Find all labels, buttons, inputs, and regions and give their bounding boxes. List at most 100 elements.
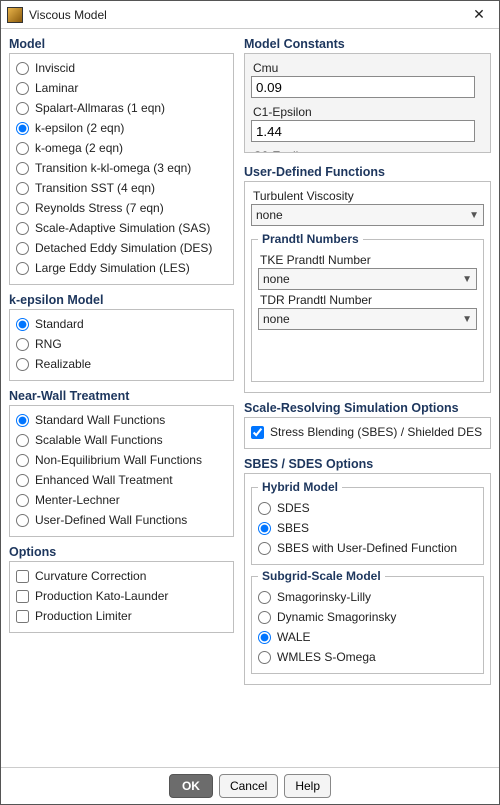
model-option-scale-adaptive-simulation-sas[interactable]: Scale-Adaptive Simulation (SAS) <box>16 218 227 238</box>
hybrid-option-sbes-with-user-defined-function[interactable]: SBES with User-Defined Function <box>258 538 477 558</box>
model-option-large-eddy-simulation-les[interactable]: Large Eddy Simulation (LES) <box>16 258 227 278</box>
model-option-laminar[interactable]: Laminar <box>16 78 227 98</box>
model-option-k-omega-2-eqn[interactable]: k-omega (2 eqn) <box>16 138 227 158</box>
options-label: Curvature Correction <box>35 568 146 584</box>
close-button[interactable]: ✕ <box>465 5 493 25</box>
model-option-spalart-allmaras-1-eqn[interactable]: Spalart-Allmaras (1 eqn) <box>16 98 227 118</box>
near-wall-radio-scalable-wall-functions[interactable] <box>16 434 29 447</box>
sgs-option-wale[interactable]: WALE <box>258 627 477 647</box>
model-label: Laminar <box>35 80 78 96</box>
model-radio-detached-eddy-simulation-des[interactable] <box>16 242 29 255</box>
near-wall-option-non-equilibrium-wall-functions[interactable]: Non-Equilibrium Wall Functions <box>16 450 227 470</box>
model-option-detached-eddy-simulation-des[interactable]: Detached Eddy Simulation (DES) <box>16 238 227 258</box>
model-radio-transition-k-kl-omega-3-eqn[interactable] <box>16 162 29 175</box>
sgs-label: Dynamic Smagorinsky <box>277 609 396 625</box>
turb-visc-label: Turbulent Viscosity <box>253 189 482 203</box>
model-radio-k-omega-2-eqn[interactable] <box>16 142 29 155</box>
cancel-button[interactable]: Cancel <box>219 774 278 798</box>
ke-model-option-realizable[interactable]: Realizable <box>16 354 227 374</box>
near-wall-radio-user-defined-wall-functions[interactable] <box>16 514 29 527</box>
model-radio-laminar[interactable] <box>16 82 29 95</box>
near-wall-option-enhanced-wall-treatment[interactable]: Enhanced Wall Treatment <box>16 470 227 490</box>
sgs-radio-dynamic-smagorinsky[interactable] <box>258 611 271 624</box>
sbes-checkbox[interactable] <box>251 426 264 439</box>
near-wall-option-scalable-wall-functions[interactable]: Scalable Wall Functions <box>16 430 227 450</box>
near-wall-option-standard-wall-functions[interactable]: Standard Wall Functions <box>16 410 227 430</box>
sgs-option-smagorinsky-lilly[interactable]: Smagorinsky-Lilly <box>258 587 477 607</box>
hybrid-option-sbes[interactable]: SBES <box>258 518 477 538</box>
model-label: Detached Eddy Simulation (DES) <box>35 240 212 256</box>
options-checkbox-curvature-correction[interactable] <box>16 570 29 583</box>
options-checkbox-production-limiter[interactable] <box>16 610 29 623</box>
hybrid-heading: Hybrid Model <box>258 480 342 494</box>
sbes-check-row[interactable]: Stress Blending (SBES) / Shielded DES <box>251 422 484 442</box>
near-wall-radio-standard-wall-functions[interactable] <box>16 414 29 427</box>
turb-visc-value: none <box>256 208 283 222</box>
near-wall-radio-enhanced-wall-treatment[interactable] <box>16 474 29 487</box>
hybrid-group: Hybrid Model SDESSBESSBES with User-Defi… <box>251 480 484 565</box>
model-radio-reynolds-stress-7-eqn[interactable] <box>16 202 29 215</box>
footer: OK Cancel Help <box>1 767 499 804</box>
constant-label: C1-Epsilon <box>253 105 482 119</box>
hybrid-radio-sbes[interactable] <box>258 522 271 535</box>
help-button[interactable]: Help <box>284 774 331 798</box>
sgs-radio-smagorinsky-lilly[interactable] <box>258 591 271 604</box>
constants-scroll[interactable]: CmuC1-EpsilonC2-Epsilon <box>244 53 491 153</box>
model-option-transition-sst-4-eqn[interactable]: Transition SST (4 eqn) <box>16 178 227 198</box>
sgs-option-wmles-s-omega[interactable]: WMLES S-Omega <box>258 647 477 667</box>
sgs-radio-wale[interactable] <box>258 631 271 644</box>
ke-model-heading: k-epsilon Model <box>9 293 234 307</box>
ke-model-radio-realizable[interactable] <box>16 358 29 371</box>
model-radio-inviscid[interactable] <box>16 62 29 75</box>
model-option-transition-k-kl-omega-3-eqn[interactable]: Transition k-kl-omega (3 eqn) <box>16 158 227 178</box>
tdr-dropdown[interactable]: none ▼ <box>258 308 477 330</box>
tke-dropdown[interactable]: none ▼ <box>258 268 477 290</box>
sgs-label: Smagorinsky-Lilly <box>277 589 371 605</box>
sgs-option-dynamic-smagorinsky[interactable]: Dynamic Smagorinsky <box>258 607 477 627</box>
ke-model-radio-rng[interactable] <box>16 338 29 351</box>
constant-input-c1-epsilon[interactable] <box>251 120 475 142</box>
options-item-production-limiter[interactable]: Production Limiter <box>16 606 227 626</box>
constant-row-cmu: Cmu <box>251 58 484 98</box>
left-column: Model InviscidLaminarSpalart-Allmaras (1… <box>9 35 234 763</box>
right-column: Model Constants CmuC1-EpsilonC2-Epsilon … <box>244 35 491 763</box>
turb-visc-dropdown[interactable]: none ▼ <box>251 204 484 226</box>
near-wall-radio-non-equilibrium-wall-functions[interactable] <box>16 454 29 467</box>
hybrid-radio-sbes-with-user-defined-function[interactable] <box>258 542 271 555</box>
model-label: Spalart-Allmaras (1 eqn) <box>35 100 165 116</box>
options-checkbox-production-kato-launder[interactable] <box>16 590 29 603</box>
srs-group: Stress Blending (SBES) / Shielded DES <box>244 417 491 449</box>
near-wall-radio-menter-lechner[interactable] <box>16 494 29 507</box>
ke-model-option-rng[interactable]: RNG <box>16 334 227 354</box>
model-radio-spalart-allmaras-1-eqn[interactable] <box>16 102 29 115</box>
close-icon: ✕ <box>473 6 485 23</box>
options-item-curvature-correction[interactable]: Curvature Correction <box>16 566 227 586</box>
model-radio-k-epsilon-2-eqn[interactable] <box>16 122 29 135</box>
near-wall-option-user-defined-wall-functions[interactable]: User-Defined Wall Functions <box>16 510 227 530</box>
model-option-inviscid[interactable]: Inviscid <box>16 58 227 78</box>
sbes-heading: SBES / SDES Options <box>244 457 491 471</box>
prandtl-heading: Prandtl Numbers <box>258 232 363 246</box>
sgs-label: WALE <box>277 629 311 645</box>
constant-input-cmu[interactable] <box>251 76 475 98</box>
hybrid-option-sdes[interactable]: SDES <box>258 498 477 518</box>
ke-model-option-standard[interactable]: Standard <box>16 314 227 334</box>
sgs-radio-wmles-s-omega[interactable] <box>258 651 271 664</box>
near-wall-group: Standard Wall FunctionsScalable Wall Fun… <box>9 405 234 537</box>
model-radio-transition-sst-4-eqn[interactable] <box>16 182 29 195</box>
ok-button[interactable]: OK <box>169 774 213 798</box>
model-radio-large-eddy-simulation-les[interactable] <box>16 262 29 275</box>
model-radio-scale-adaptive-simulation-sas[interactable] <box>16 222 29 235</box>
near-wall-option-menter-lechner[interactable]: Menter-Lechner <box>16 490 227 510</box>
model-option-k-epsilon-2-eqn[interactable]: k-epsilon (2 eqn) <box>16 118 227 138</box>
ke-model-label: Realizable <box>35 356 91 372</box>
ke-model-radio-standard[interactable] <box>16 318 29 331</box>
chevron-down-icon: ▼ <box>469 210 479 221</box>
chevron-down-icon: ▼ <box>462 274 472 285</box>
hybrid-radio-sdes[interactable] <box>258 502 271 515</box>
ke-model-group: StandardRNG Realizable <box>9 309 234 381</box>
model-group: Inviscid Laminar Spalart-Allmaras (1 eqn) k… <box>9 53 234 285</box>
options-item-production-kato-launder[interactable]: Production Kato-Launder <box>16 586 227 606</box>
model-option-reynolds-stress-7-eqn[interactable]: Reynolds Stress (7 eqn) <box>16 198 227 218</box>
near-wall-label: Menter-Lechner <box>35 492 120 508</box>
